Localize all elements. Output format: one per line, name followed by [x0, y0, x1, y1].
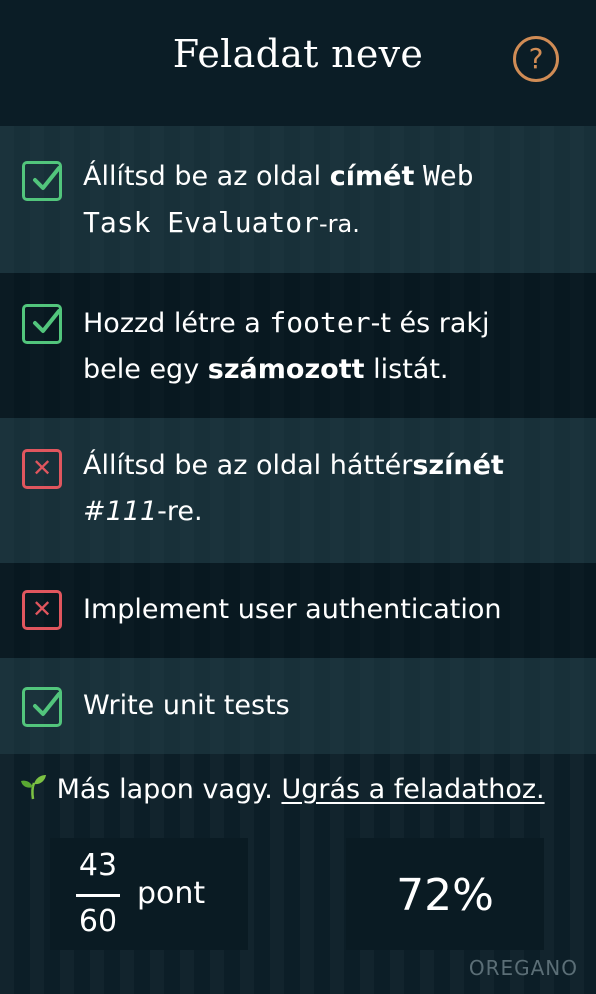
task-panel: Feladat neve ? Állítsd be az oldal címét…	[0, 0, 596, 994]
checkbox-failed-icon: ✕	[22, 590, 62, 630]
notice-text: Más lapon vagy.	[56, 774, 273, 805]
fraction-bar	[76, 894, 120, 897]
score-box: 43 60 pont	[50, 838, 248, 950]
task-item: Hozzd létre a footer-t és rakj bele egy …	[0, 273, 596, 418]
task-item: Állítsd be az oldal címét Web Task Evalu…	[0, 126, 596, 273]
task-text: Implement user authentication	[83, 594, 502, 625]
checkbox-checked-icon	[22, 304, 62, 344]
page-title: Feladat neve	[172, 32, 424, 76]
task-item: ✕ Implement user authentication	[0, 563, 596, 658]
go-to-task-link[interactable]: Ugrás a feladathoz.	[281, 774, 544, 805]
score-unit: pont	[137, 876, 206, 911]
score-total: 60	[78, 904, 118, 939]
task-text: Hozzd létre a footer-t és rakj bele egy …	[83, 306, 490, 385]
task-text: Állítsd be az oldal háttérszínét #111-re…	[83, 450, 504, 527]
task-text: Állítsd be az oldal címét Web Task Evalu…	[83, 159, 474, 239]
sprout-icon	[21, 775, 46, 800]
percent-value: 72%	[396, 870, 494, 921]
checkbox-failed-icon: ✕	[22, 449, 62, 489]
other-tab-notice: Más lapon vagy. Ugrás a feladathoz.	[18, 770, 545, 810]
percent-box: 72%	[346, 838, 544, 950]
brand-logo: OREGANO	[468, 956, 578, 980]
task-item: Write unit tests	[0, 658, 596, 754]
checkbox-checked-icon	[22, 161, 62, 201]
help-icon[interactable]: ?	[513, 36, 559, 82]
header: Feladat neve ?	[0, 0, 596, 126]
checkbox-checked-icon	[22, 687, 62, 727]
score-earned: 43	[78, 848, 118, 883]
task-item: ✕ Állítsd be az oldal háttérszínét #111-…	[0, 418, 596, 563]
task-text: Write unit tests	[83, 690, 290, 721]
